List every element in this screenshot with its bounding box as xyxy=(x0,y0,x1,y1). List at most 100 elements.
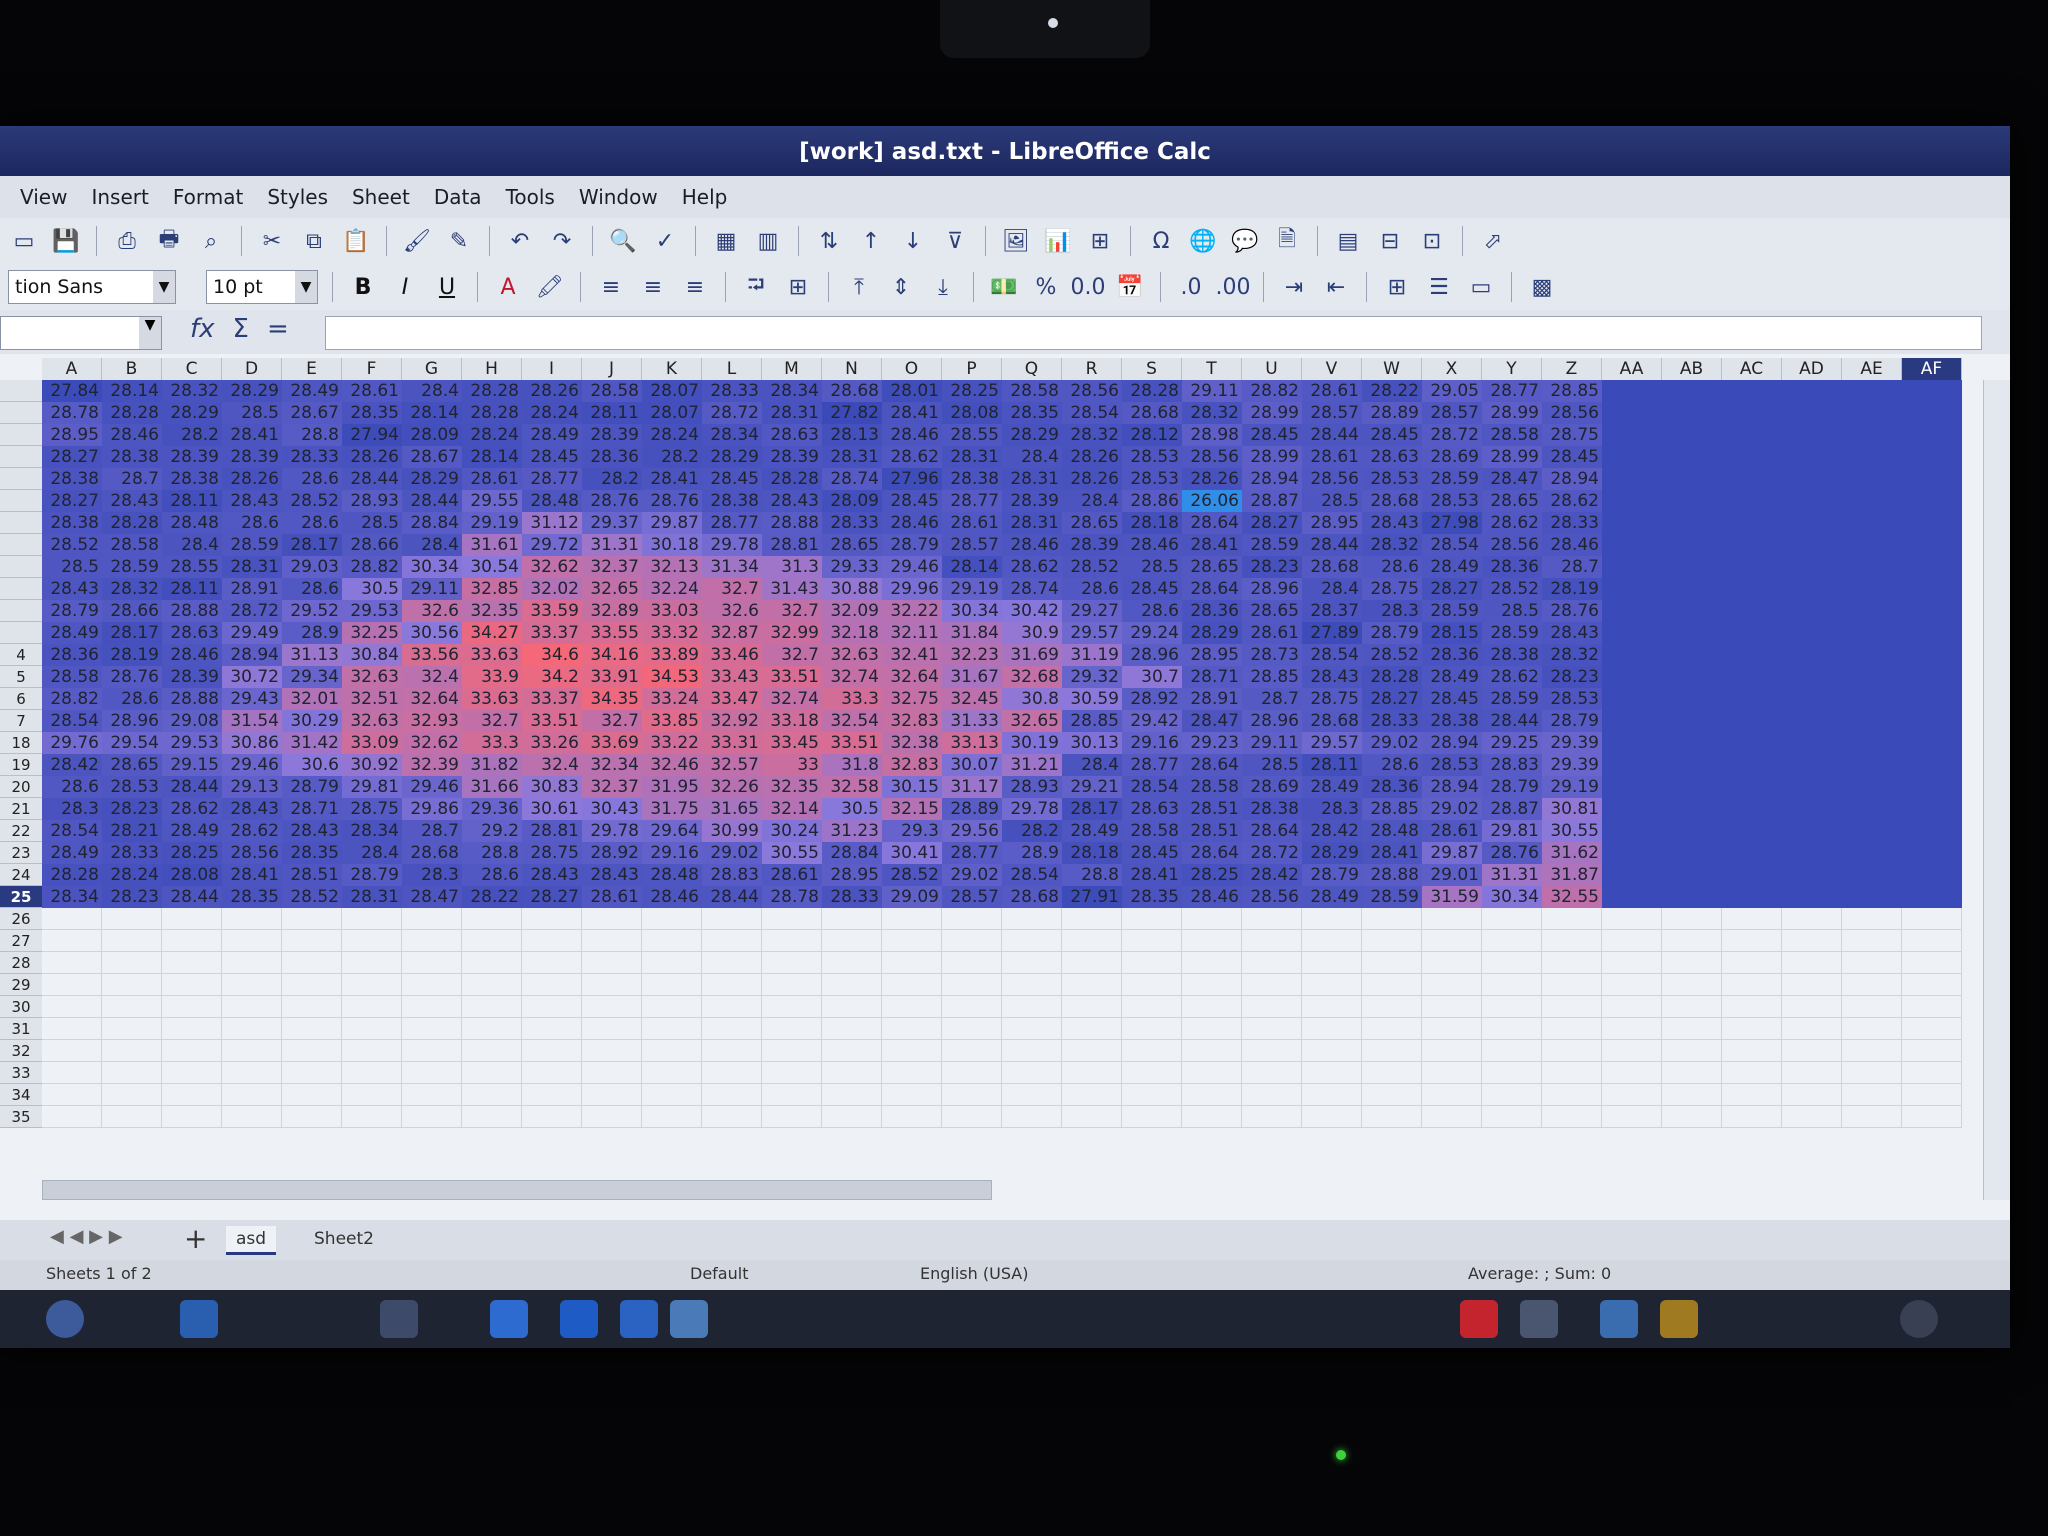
table-cell[interactable]: 28.3 xyxy=(1302,798,1362,820)
table-cell[interactable]: 32.4 xyxy=(522,754,582,776)
table-cell[interactable] xyxy=(1782,622,1842,644)
table-cell[interactable] xyxy=(1782,864,1842,886)
table-cell[interactable]: 32.92 xyxy=(702,710,762,732)
add-decimal-icon[interactable]: .0 xyxy=(1175,271,1207,303)
table-cell[interactable]: 28.9 xyxy=(282,622,342,644)
table-cell[interactable]: 30.43 xyxy=(582,798,642,820)
column-header-v[interactable]: V xyxy=(1302,358,1362,380)
table-cell[interactable]: 28.11 xyxy=(162,578,222,600)
table-cell[interactable]: 28.7 xyxy=(1542,556,1602,578)
add-sheet-icon[interactable]: + xyxy=(184,1222,207,1255)
empty-cell[interactable] xyxy=(822,1084,882,1106)
table-cell[interactable]: 28.85 xyxy=(1242,666,1302,688)
table-cell[interactable] xyxy=(1722,688,1782,710)
column-header-g[interactable]: G xyxy=(402,358,462,380)
empty-cell[interactable] xyxy=(702,974,762,996)
table-cell[interactable]: 28.45 xyxy=(702,468,762,490)
table-cell[interactable]: 28.59 xyxy=(222,534,282,556)
empty-cell[interactable] xyxy=(162,1084,222,1106)
paste-icon[interactable]: 📋 xyxy=(340,225,372,257)
table-cell[interactable]: 33.47 xyxy=(702,688,762,710)
table-cell[interactable]: 29.13 xyxy=(222,776,282,798)
table-cell[interactable]: 28.52 xyxy=(42,534,102,556)
table-cell[interactable]: 28.53 xyxy=(102,776,162,798)
table-cell[interactable]: 28.46 xyxy=(1182,886,1242,908)
empty-cell[interactable] xyxy=(1782,930,1842,952)
percent-format-icon[interactable]: % xyxy=(1030,271,1062,303)
table-cell[interactable] xyxy=(1782,820,1842,842)
table-cell[interactable] xyxy=(1902,710,1962,732)
find-replace-icon[interactable]: 🔍 xyxy=(607,225,639,257)
table-cell[interactable]: 29.87 xyxy=(1422,842,1482,864)
empty-cell[interactable] xyxy=(222,974,282,996)
table-cell[interactable]: 28.11 xyxy=(162,490,222,512)
empty-cell[interactable] xyxy=(1182,1062,1242,1084)
empty-cell[interactable] xyxy=(642,1040,702,1062)
table-cell[interactable]: 28.89 xyxy=(942,798,1002,820)
table-cell[interactable]: 28.75 xyxy=(1302,688,1362,710)
table-cell[interactable]: 28.41 xyxy=(1362,842,1422,864)
table-cell[interactable]: 33.24 xyxy=(642,688,702,710)
table-cell[interactable]: 28.38 xyxy=(1422,710,1482,732)
table-cell[interactable] xyxy=(1782,578,1842,600)
row-header[interactable]: 24 xyxy=(0,864,42,886)
empty-cell[interactable] xyxy=(402,1106,462,1128)
table-cell[interactable]: 28.48 xyxy=(1362,820,1422,842)
table-cell[interactable]: 31.3 xyxy=(762,556,822,578)
table-cell[interactable]: 28.72 xyxy=(222,600,282,622)
table-cell[interactable]: 30.18 xyxy=(642,534,702,556)
conditional-format-icon[interactable]: ▩ xyxy=(1526,271,1558,303)
table-cell[interactable]: 28.9 xyxy=(1002,842,1062,864)
table-cell[interactable]: 28.23 xyxy=(102,886,162,908)
new-icon[interactable]: ▭ xyxy=(8,225,40,257)
merge-cells-icon[interactable]: ⊞ xyxy=(782,271,814,303)
empty-cell[interactable] xyxy=(1482,1106,1542,1128)
empty-cell[interactable] xyxy=(1902,1040,1962,1062)
table-cell[interactable] xyxy=(1842,732,1902,754)
sum-icon[interactable]: Σ xyxy=(233,314,249,344)
table-cell[interactable]: 28.17 xyxy=(102,622,162,644)
table-cell[interactable]: 32.37 xyxy=(582,556,642,578)
table-cell[interactable] xyxy=(1662,490,1722,512)
wrap-text-icon[interactable]: ⮒ xyxy=(740,271,772,303)
row-header[interactable]: 6 xyxy=(0,688,42,710)
empty-cell[interactable] xyxy=(882,974,942,996)
table-cell[interactable]: 31.67 xyxy=(942,666,1002,688)
table-cell[interactable]: 28.3 xyxy=(1362,600,1422,622)
empty-cell[interactable] xyxy=(1662,930,1722,952)
empty-cell[interactable] xyxy=(642,1106,702,1128)
empty-cell[interactable] xyxy=(762,930,822,952)
table-cell[interactable]: 28.58 xyxy=(42,666,102,688)
table-cell[interactable]: 29.01 xyxy=(1422,864,1482,886)
table-cell[interactable]: 28.81 xyxy=(522,820,582,842)
empty-cell[interactable] xyxy=(1122,1018,1182,1040)
table-cell[interactable]: 28.2 xyxy=(582,468,642,490)
table-cell[interactable]: 28.32 xyxy=(102,578,162,600)
empty-cell[interactable] xyxy=(702,952,762,974)
table-cell[interactable]: 28.41 xyxy=(882,402,942,424)
table-cell[interactable]: 28.11 xyxy=(1302,754,1362,776)
row-header[interactable]: 5 xyxy=(0,666,42,688)
empty-cell[interactable] xyxy=(1362,1040,1422,1062)
table-cell[interactable]: 28.33 xyxy=(282,446,342,468)
empty-cell[interactable] xyxy=(282,974,342,996)
empty-cell[interactable] xyxy=(162,1062,222,1084)
table-cell[interactable]: 28.79 xyxy=(1542,710,1602,732)
empty-cell[interactable] xyxy=(1002,908,1062,930)
table-cell[interactable]: 32.45 xyxy=(942,688,1002,710)
power-icon[interactable] xyxy=(1900,1300,1938,1338)
empty-cell[interactable] xyxy=(1482,1084,1542,1106)
align-right-icon[interactable]: ≡ xyxy=(679,271,711,303)
table-cell[interactable] xyxy=(1842,578,1902,600)
table-cell[interactable]: 28.53 xyxy=(1122,446,1182,468)
table-cell[interactable]: 33.37 xyxy=(522,622,582,644)
empty-cell[interactable] xyxy=(762,1018,822,1040)
table-cell[interactable] xyxy=(1902,578,1962,600)
undo-icon[interactable]: ↶ xyxy=(504,225,536,257)
table-cell[interactable]: 28.36 xyxy=(1482,556,1542,578)
table-cell[interactable] xyxy=(1902,468,1962,490)
table-cell[interactable]: 28.49 xyxy=(162,820,222,842)
table-cell[interactable]: 28.49 xyxy=(1062,820,1122,842)
empty-cell[interactable] xyxy=(1062,930,1122,952)
empty-cell[interactable] xyxy=(342,908,402,930)
